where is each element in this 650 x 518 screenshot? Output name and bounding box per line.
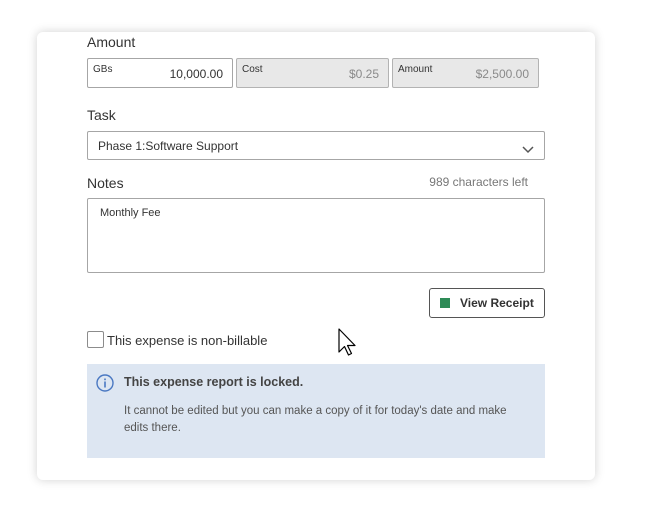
view-receipt-button[interactable]: View Receipt xyxy=(429,288,545,318)
task-label: Task xyxy=(87,107,116,123)
gbs-field-value: 10,000.00 xyxy=(169,67,223,81)
amount-total-field: Amount $2,500.00 xyxy=(392,58,539,88)
notes-label: Notes xyxy=(87,175,124,191)
notes-textarea[interactable]: Monthly Fee xyxy=(87,198,545,273)
notes-chars-left: 989 characters left xyxy=(429,175,528,189)
non-billable-label[interactable]: This expense is non-billable xyxy=(107,333,267,348)
locked-notice-title: This expense report is locked. xyxy=(124,375,304,389)
task-select[interactable]: Phase 1:Software Support xyxy=(87,131,545,160)
info-icon xyxy=(96,374,114,397)
view-receipt-label: View Receipt xyxy=(460,296,534,310)
expense-form-card: Amount GBs 10,000.00 Cost $0.25 Amount $… xyxy=(37,32,595,480)
task-select-value: Phase 1:Software Support xyxy=(98,139,239,153)
cost-field-label: Cost xyxy=(242,64,263,75)
amount-total-label: Amount xyxy=(398,64,433,75)
amount-total-value: $2,500.00 xyxy=(475,67,529,81)
notes-textarea-value: Monthly Fee xyxy=(100,207,161,219)
chevron-down-icon xyxy=(522,141,534,159)
locked-notice: This expense report is locked. It cannot… xyxy=(87,364,545,458)
receipt-icon xyxy=(440,298,450,308)
cost-field: Cost $0.25 xyxy=(236,58,389,88)
cost-field-value: $0.25 xyxy=(348,67,379,81)
locked-notice-body: It cannot be edited but you can make a c… xyxy=(124,405,507,434)
amount-label: Amount xyxy=(87,34,136,50)
gbs-field-label: GBs xyxy=(93,64,113,75)
gbs-field[interactable]: GBs 10,000.00 xyxy=(87,58,233,88)
non-billable-checkbox[interactable] xyxy=(87,331,104,348)
mouse-cursor-icon xyxy=(338,328,358,363)
